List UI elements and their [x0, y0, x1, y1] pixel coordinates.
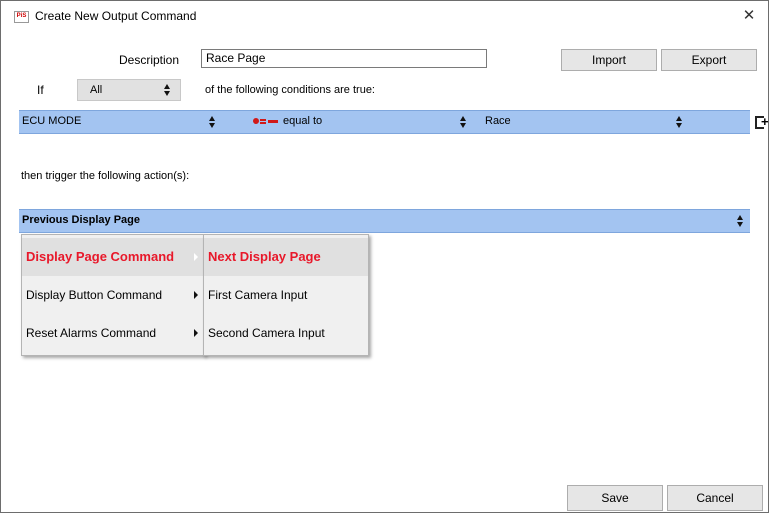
action-row[interactable]: Previous Display Page: [19, 209, 750, 233]
import-button[interactable]: Import: [561, 49, 657, 71]
equal-operator-icon: [253, 117, 279, 125]
submenu-item-first-camera-input[interactable]: First Camera Input: [204, 276, 368, 314]
condition-value[interactable]: Race: [485, 115, 511, 127]
conditions-text: of the following conditions are true:: [205, 84, 375, 96]
channel-select-arrows-icon[interactable]: [209, 116, 216, 128]
menu-item-display-page-command[interactable]: Display Page Command: [22, 238, 204, 276]
value-select-arrows-icon[interactable]: [676, 116, 683, 128]
description-label: Description: [119, 53, 180, 67]
title-bar: PiS Create New Output Command ✕: [1, 1, 768, 31]
submenu-arrow-icon: [194, 253, 198, 261]
action-selected[interactable]: Previous Display Page: [22, 214, 140, 226]
cancel-button[interactable]: Cancel: [667, 485, 763, 511]
save-button[interactable]: Save: [567, 485, 663, 511]
window-title: Create New Output Command: [35, 9, 197, 23]
close-icon[interactable]: ✕: [737, 5, 761, 27]
submenu-arrow-icon: [194, 329, 198, 337]
description-field[interactable]: Race Page: [201, 49, 487, 68]
actions-label: then trigger the following action(s):: [21, 170, 190, 182]
if-label: If: [37, 83, 44, 97]
operator-select-arrows-icon[interactable]: [460, 116, 467, 128]
command-category-menu: Display Page Command Display Button Comm…: [21, 234, 205, 356]
condition-channel[interactable]: ECU MODE: [22, 115, 81, 127]
app-logo-icon: PiS: [14, 11, 29, 23]
submenu-item-next-display-page[interactable]: Next Display Page: [204, 238, 368, 276]
select-arrows-icon: [164, 84, 171, 96]
menu-item-display-button-command[interactable]: Display Button Command: [22, 276, 204, 314]
menu-item-reset-alarms-command[interactable]: Reset Alarms Command: [22, 314, 204, 352]
match-select-value: All: [90, 84, 103, 96]
match-select[interactable]: All: [77, 79, 181, 101]
dialog-window: PiS Create New Output Command ✕ Descript…: [0, 0, 769, 513]
condition-operator[interactable]: equal to: [283, 115, 322, 127]
submenu-arrow-icon: [194, 291, 198, 299]
command-submenu: Next Display Page First Camera Input Sec…: [203, 234, 369, 356]
add-condition-icon[interactable]: +: [755, 115, 768, 130]
condition-row[interactable]: ECU MODE equal to Race +: [19, 110, 768, 134]
submenu-item-second-camera-input[interactable]: Second Camera Input: [204, 314, 368, 352]
action-select-arrows-icon[interactable]: [737, 215, 744, 227]
export-button[interactable]: Export: [661, 49, 757, 71]
